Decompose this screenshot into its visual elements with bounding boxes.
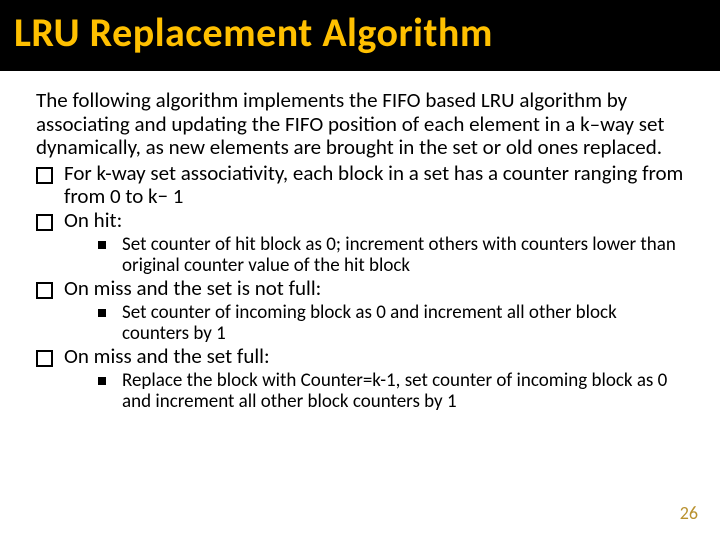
page-number: 26	[680, 502, 698, 524]
sub-bullet-item: Replace the block with Counter=k-1, set …	[64, 370, 684, 413]
bullet-list: For k-way set associativity, each block …	[36, 162, 684, 413]
sub-bullet-text: Set counter of incoming block as 0 and i…	[122, 301, 617, 345]
sub-bullet-text: Set counter of hit block as 0; increment…	[122, 233, 676, 277]
bullet-text: For k-way set associativity, each block …	[64, 160, 683, 210]
title-bar: LRU Replacement Algorithm	[0, 0, 720, 71]
sub-bullet-item: Set counter of hit block as 0; increment…	[64, 234, 684, 277]
sub-bullet-text: Replace the block with Counter=k-1, set …	[122, 369, 667, 413]
slide-title: LRU Replacement Algorithm	[14, 8, 706, 57]
sub-bullet-list: Set counter of hit block as 0; increment…	[64, 234, 684, 277]
bullet-text: On miss and the set is not full:	[64, 275, 321, 301]
sub-bullet-item: Set counter of incoming block as 0 and i…	[64, 302, 684, 345]
bullet-item: On hit: Set counter of hit block as 0; i…	[36, 209, 684, 277]
bullet-item: On miss and the set full: Replace the bl…	[36, 345, 684, 413]
intro-paragraph: The following algorithm implements the F…	[36, 89, 684, 160]
bullet-text: On hit:	[64, 207, 122, 233]
slide-body: The following algorithm implements the F…	[0, 71, 720, 413]
slide: LRU Replacement Algorithm The following …	[0, 0, 720, 540]
bullet-item: On miss and the set is not full: Set cou…	[36, 277, 684, 345]
bullet-item: For k-way set associativity, each block …	[36, 162, 684, 209]
sub-bullet-list: Replace the block with Counter=k-1, set …	[64, 370, 684, 413]
sub-bullet-list: Set counter of incoming block as 0 and i…	[64, 302, 684, 345]
bullet-text: On miss and the set full:	[64, 343, 270, 369]
